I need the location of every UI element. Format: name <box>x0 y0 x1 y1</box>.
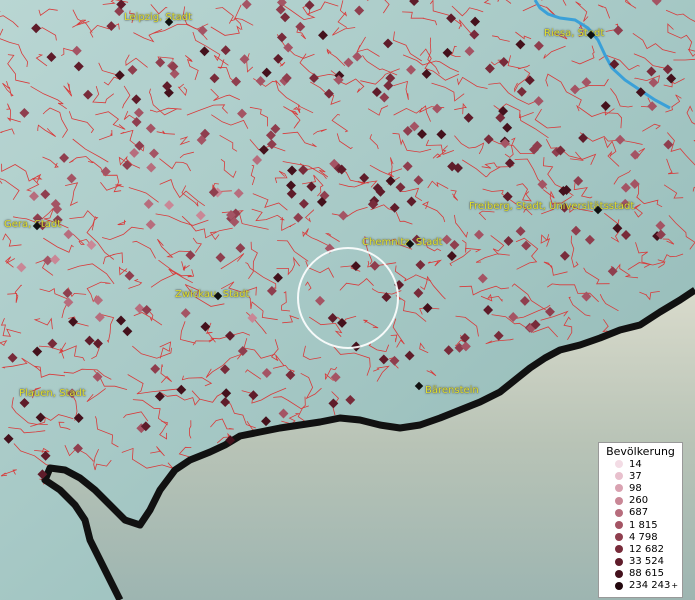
legend-label: 37 <box>629 470 642 482</box>
legend-item: 1 815 <box>599 519 682 531</box>
population-legend: Bevölkerung 14 37 98 260 687 1 815 4 798 12 682… <box>598 442 683 598</box>
city-label-text: Chemnitz, Stadt <box>362 237 443 248</box>
legend-swatch <box>615 521 623 530</box>
legend-swatch <box>615 496 623 505</box>
legend-item: 12 682 <box>599 543 682 555</box>
legend-label: 1 815 <box>629 519 658 531</box>
legend-item: 88 615 <box>599 568 682 580</box>
legend-label: 33 524 <box>629 556 664 568</box>
legend-label: 687 <box>629 507 649 519</box>
legend-label: 14 <box>629 458 642 470</box>
legend-item: 33 524 <box>599 556 682 568</box>
legend-label: 234 243 <box>629 580 671 592</box>
legend-label: 12 682 <box>629 543 664 555</box>
legend-swatch <box>615 508 623 517</box>
legend-label: 4 798 <box>629 531 658 543</box>
city-label-text: Riesa, Stadt <box>544 28 605 39</box>
legend-swatch <box>615 484 623 493</box>
legend-item: 98 <box>599 482 682 494</box>
legend-items: 14 37 98 260 687 1 815 4 798 12 682 33 524 88 615… <box>599 458 682 592</box>
city-label-text: Plauen, Stadt <box>19 388 86 399</box>
legend-item: 37 <box>599 470 682 482</box>
legend-item: 4 798 <box>599 531 682 543</box>
city-label-text: Zwickau, Stadt <box>175 289 250 300</box>
legend-title: Bevölkerung <box>606 445 675 458</box>
city-label-text: Leipzig, Stadt <box>124 12 193 23</box>
legend-swatch <box>615 460 623 469</box>
legend-suffix: + <box>671 581 679 591</box>
legend-swatch <box>615 581 623 590</box>
legend-item: 260 <box>599 495 682 507</box>
legend-label: 260 <box>629 495 649 507</box>
map-canvas[interactable] <box>0 0 695 600</box>
legend-item: 687 <box>599 507 682 519</box>
legend-item: 14 <box>599 458 682 470</box>
legend-swatch <box>615 569 623 578</box>
legend-swatch <box>615 472 623 481</box>
legend-swatch <box>615 557 623 566</box>
legend-label: 88 615 <box>629 568 664 580</box>
legend-swatch <box>615 545 623 554</box>
city-label-text: Bärenstein <box>425 385 479 396</box>
legend-swatch <box>615 533 623 542</box>
legend-label: 98 <box>629 482 642 494</box>
city-label-text: Freiberg, Stadt, Universitätsstadt <box>469 201 635 212</box>
legend-item: 234 243 + <box>599 580 682 592</box>
